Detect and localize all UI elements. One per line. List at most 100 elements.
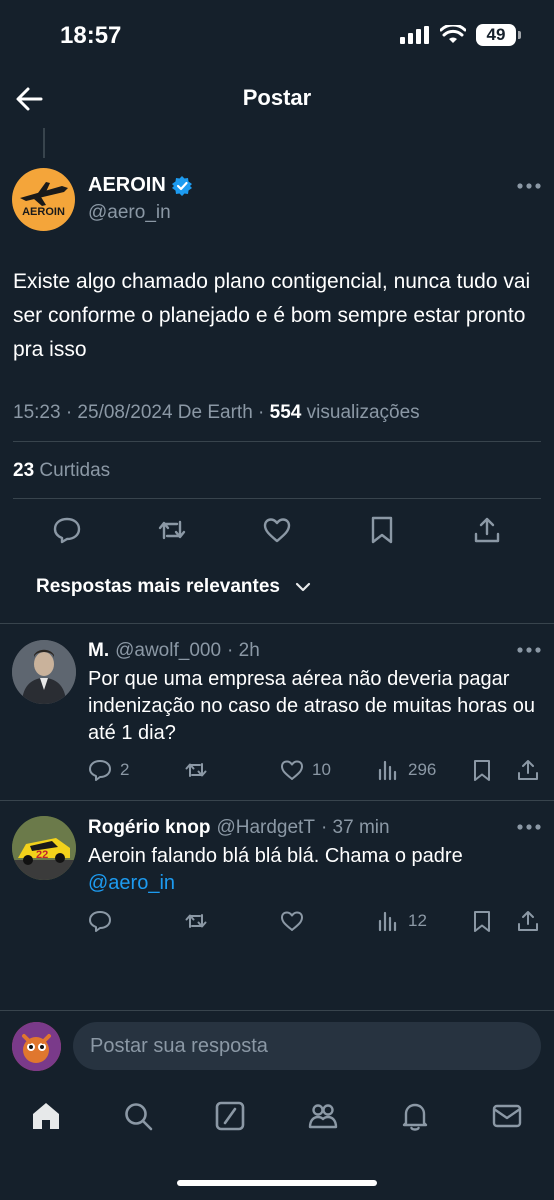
retweet-icon bbox=[185, 914, 207, 928]
bookmark-icon bbox=[474, 911, 490, 932]
reply-body: Aeroin falando blá blá blá. Chama o padr… bbox=[88, 845, 463, 867]
reply-views-button[interactable]: 296 bbox=[376, 758, 436, 782]
share-button[interactable] bbox=[472, 515, 502, 545]
person-photo-icon bbox=[12, 640, 76, 704]
nav-grok[interactable] bbox=[214, 1100, 246, 1132]
reply-time: · 2h bbox=[227, 640, 260, 661]
battery-indicator: 49 bbox=[476, 24, 521, 46]
status-time: 18:57 bbox=[60, 22, 122, 49]
race-car-photo-icon: 22 bbox=[12, 816, 76, 880]
analytics-icon bbox=[378, 760, 397, 781]
likes-label: Curtidas bbox=[34, 460, 111, 481]
communities-icon bbox=[308, 1104, 338, 1129]
bell-icon bbox=[402, 1103, 428, 1131]
nav-messages[interactable] bbox=[491, 1100, 523, 1132]
retweet-button[interactable] bbox=[157, 515, 187, 545]
retweet-icon bbox=[185, 763, 207, 777]
nav-notifications[interactable] bbox=[399, 1100, 431, 1132]
home-indicator bbox=[177, 1180, 377, 1186]
verified-badge-icon bbox=[171, 175, 192, 196]
author-name[interactable]: AEROIN bbox=[88, 174, 192, 197]
reply-retweet-button[interactable] bbox=[184, 758, 208, 782]
nav-home[interactable] bbox=[30, 1100, 62, 1132]
comment-icon bbox=[89, 911, 111, 932]
reply-header: Rogério knop @HardgetT · 37 min bbox=[88, 817, 390, 839]
thread-connector bbox=[43, 128, 45, 158]
divider bbox=[0, 623, 554, 624]
more-options-icon bbox=[517, 647, 541, 653]
reply-avatar[interactable] bbox=[12, 640, 76, 704]
reply-views-button[interactable]: 12 bbox=[376, 909, 427, 933]
comment-icon bbox=[89, 760, 111, 781]
reply-share-button[interactable] bbox=[516, 758, 540, 782]
reply-author-name[interactable]: Rogério knop bbox=[88, 817, 210, 839]
reply-author-name[interactable]: M. bbox=[88, 640, 109, 662]
nav-explore[interactable] bbox=[122, 1100, 154, 1132]
reply-author-handle[interactable]: @HardgetT bbox=[216, 817, 315, 839]
divider bbox=[13, 498, 541, 499]
cartoon-avatar-icon bbox=[12, 1022, 61, 1071]
likes-count: 23 bbox=[13, 460, 35, 481]
author-name-text: AEROIN bbox=[88, 174, 166, 196]
page-title: Postar bbox=[242, 85, 312, 110]
heart-icon bbox=[263, 518, 291, 543]
share-icon bbox=[474, 517, 500, 543]
views-label: visualizações bbox=[301, 402, 420, 423]
divider bbox=[0, 1010, 554, 1011]
reply-author-handle[interactable]: @awolf_000 bbox=[115, 640, 221, 662]
reply-more-button[interactable] bbox=[516, 646, 542, 654]
reply-bookmark-button[interactable] bbox=[470, 758, 494, 782]
divider bbox=[0, 800, 554, 801]
views-count: 554 bbox=[269, 402, 302, 423]
tweet-meta: 15:23 · 25/08/2024 De Earth · 554 visual… bbox=[13, 402, 420, 424]
more-options-icon bbox=[517, 824, 541, 830]
reply-compose-input[interactable]: Postar sua resposta bbox=[73, 1022, 541, 1070]
wifi-icon bbox=[440, 25, 466, 43]
likes-summary[interactable]: 23 Curtidas bbox=[13, 460, 110, 482]
status-icons: 49 bbox=[400, 24, 521, 46]
heart-icon bbox=[281, 760, 303, 780]
view-count: 12 bbox=[408, 911, 427, 930]
reply-text: Aeroin falando blá blá blá. Chama o padr… bbox=[88, 843, 538, 897]
reply-retweet-button[interactable] bbox=[184, 909, 208, 933]
current-user-avatar[interactable] bbox=[12, 1022, 61, 1071]
nav-communities[interactable] bbox=[307, 1100, 339, 1132]
replies-sort-dropdown[interactable]: Respostas mais relevantes bbox=[36, 576, 312, 598]
bookmark-icon bbox=[474, 760, 490, 781]
avatar-logo-text: AEROIN bbox=[22, 206, 65, 218]
reply-text: Por que uma empresa aérea não deveria pa… bbox=[88, 668, 535, 744]
reply-comment-button[interactable]: 2 bbox=[88, 758, 129, 782]
heart-icon bbox=[281, 911, 303, 931]
bookmark-icon bbox=[371, 516, 393, 544]
reply-avatar[interactable]: 22 bbox=[12, 816, 76, 880]
analytics-icon bbox=[378, 911, 397, 932]
like-button[interactable] bbox=[262, 515, 292, 545]
svg-text:22: 22 bbox=[36, 849, 48, 861]
reply-like-button[interactable]: 10 bbox=[280, 758, 331, 782]
author-handle[interactable]: @aero_in bbox=[88, 202, 171, 224]
share-icon bbox=[518, 911, 538, 931]
sort-label: Respostas mais relevantes bbox=[36, 576, 280, 597]
bookmark-button[interactable] bbox=[367, 515, 397, 545]
chevron-down-icon bbox=[295, 582, 311, 592]
reply-header: M. @awolf_000 · 2h bbox=[88, 640, 260, 662]
reply-comment-button[interactable] bbox=[88, 909, 112, 933]
reply-time: · 37 min bbox=[320, 817, 390, 838]
author-avatar[interactable]: AEROIN bbox=[12, 168, 75, 231]
mail-icon bbox=[492, 1104, 522, 1128]
mention-link[interactable]: @aero_in bbox=[88, 872, 175, 894]
home-icon bbox=[33, 1103, 59, 1129]
reply-button[interactable] bbox=[52, 515, 82, 545]
tweet-timestamp: 15:23 · 25/08/2024 De Earth · bbox=[13, 402, 270, 423]
reply-count: 2 bbox=[120, 760, 130, 779]
comment-icon bbox=[53, 517, 81, 544]
reply-bookmark-button[interactable] bbox=[470, 909, 494, 933]
reply-like-button[interactable] bbox=[280, 909, 304, 933]
divider bbox=[13, 441, 541, 442]
reply-share-button[interactable] bbox=[516, 909, 540, 933]
search-icon bbox=[125, 1103, 153, 1131]
like-count: 10 bbox=[312, 760, 331, 779]
tweet-more-button[interactable] bbox=[516, 182, 542, 190]
reply-more-button[interactable] bbox=[516, 823, 542, 831]
share-icon bbox=[518, 760, 538, 780]
